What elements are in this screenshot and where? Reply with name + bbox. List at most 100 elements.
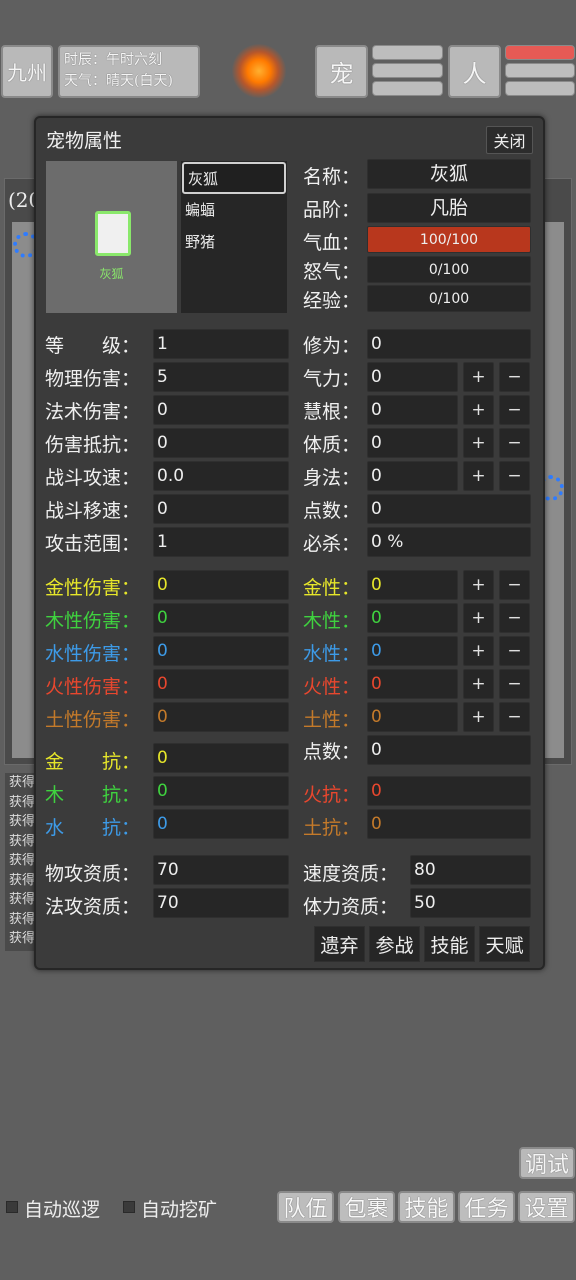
exp-label: 经验： [303, 290, 361, 312]
move-speed-value: 0 [153, 494, 289, 524]
speed-aptitude-label: 速度资质： [303, 863, 399, 885]
constitution-minus-button[interactable]: − [499, 428, 530, 458]
rank-value: 凡胎 [367, 193, 531, 223]
region-button[interactable]: 九州 [1, 45, 53, 98]
magic-dmg-label: 法术伤害： [45, 401, 141, 423]
strength-minus-button[interactable]: − [499, 362, 530, 392]
fire-attr-value: 0 [367, 669, 458, 699]
element-points-value: 0 [367, 735, 531, 765]
wood-attr-label: 木性： [303, 610, 361, 632]
dmg-resist-label: 伤害抵抗： [45, 434, 141, 456]
pet-list-item[interactable]: 灰狐 [182, 162, 286, 194]
points-label: 点数： [303, 500, 361, 522]
earth-dmg-label: 土性伤害： [45, 709, 141, 731]
fire-minus-button[interactable]: − [499, 669, 530, 699]
auto-mine-label: 自动挖矿 [141, 1199, 218, 1221]
join-battle-button[interactable]: 参战 [369, 926, 420, 962]
water-resist-value: 0 [153, 809, 289, 839]
earth-attr-label: 土性： [303, 709, 361, 731]
wood-plus-button[interactable]: + [463, 603, 494, 633]
earth-dmg-value: 0 [153, 702, 289, 732]
fire-attr-label: 火性： [303, 676, 361, 698]
speed-aptitude-value: 80 [410, 855, 531, 885]
debug-button[interactable]: 调试 [519, 1147, 575, 1179]
auto-patrol-checkbox[interactable] [6, 1201, 18, 1213]
wood-minus-button[interactable]: − [499, 603, 530, 633]
pet-skills-button[interactable]: 技能 [424, 926, 475, 962]
element-points-label: 点数： [303, 741, 361, 763]
atk-speed-label: 战斗攻速： [45, 467, 141, 489]
agility-minus-button[interactable]: − [499, 461, 530, 491]
inventory-button[interactable]: 包裹 [338, 1191, 395, 1223]
talent-button[interactable]: 天赋 [479, 926, 530, 962]
quests-button[interactable]: 任务 [458, 1191, 515, 1223]
water-dmg-label: 水性伤害： [45, 643, 141, 665]
team-button[interactable]: 队伍 [277, 1191, 334, 1223]
move-speed-label: 战斗移速： [45, 500, 141, 522]
earth-plus-button[interactable]: + [463, 702, 494, 732]
pet-bar-1 [372, 45, 443, 60]
phys-dmg-label: 物理伤害： [45, 368, 141, 390]
wood-dmg-label: 木性伤害： [45, 610, 141, 632]
close-button[interactable]: 关闭 [486, 126, 533, 154]
hp-bar: 100/100 [367, 226, 531, 253]
pet-attributes-dialog: 宠物属性 关闭 灰狐 灰狐 蝙蝠 野猪 名称： 灰狐 品阶： 凡胎 气血： 10… [34, 116, 545, 970]
player-bar-3 [505, 81, 575, 96]
pet-bar-3 [372, 81, 443, 96]
player-bar-2 [505, 63, 575, 78]
skills-button[interactable]: 技能 [398, 1191, 455, 1223]
wisdom-minus-button[interactable]: − [499, 395, 530, 425]
pet-list: 灰狐 蝙蝠 野猪 [181, 161, 287, 313]
water-minus-button[interactable]: − [499, 636, 530, 666]
strength-plus-button[interactable]: + [463, 362, 494, 392]
magic-dmg-value: 0 [153, 395, 289, 425]
pet-list-item[interactable]: 野猪 [181, 227, 287, 259]
settings-button[interactable]: 设置 [518, 1191, 575, 1223]
metal-dmg-label: 金性伤害： [45, 577, 141, 599]
constitution-plus-button[interactable]: + [463, 428, 494, 458]
weather-text: 天气：晴天(白天) [64, 73, 173, 89]
wisdom-label: 慧根： [303, 401, 361, 423]
constitution-value: 0 [367, 428, 458, 458]
earth-minus-button[interactable]: − [499, 702, 530, 732]
crit-label: 必杀： [303, 533, 361, 555]
phys-aptitude-label: 物攻资质： [45, 863, 141, 885]
water-dmg-value: 0 [153, 636, 289, 666]
cultivation-value: 0 [367, 329, 531, 359]
wood-dmg-value: 0 [153, 603, 289, 633]
person-button[interactable]: 人 [448, 45, 501, 98]
auto-mine-checkbox[interactable] [123, 1201, 135, 1213]
time-text: 时辰：午时六刻 [64, 52, 162, 68]
abandon-button[interactable]: 遗弃 [314, 926, 365, 962]
magic-aptitude-value: 70 [153, 888, 289, 918]
rage-bar: 0/100 [367, 256, 531, 283]
pet-card-icon [95, 211, 131, 256]
metal-plus-button[interactable]: + [463, 570, 494, 600]
strength-value: 0 [367, 362, 458, 392]
wisdom-plus-button[interactable]: + [463, 395, 494, 425]
sun-icon [232, 44, 286, 98]
pet-preview: 灰狐 [46, 161, 177, 313]
crit-value: 0 % [367, 527, 531, 557]
time-weather-panel: 时辰：午时六刻 天气：晴天(白天) [58, 45, 200, 98]
agility-label: 身法： [303, 467, 361, 489]
wood-resist-value: 0 [153, 776, 289, 806]
agility-value: 0 [367, 461, 458, 491]
metal-dmg-value: 0 [153, 570, 289, 600]
name-label: 名称： [303, 166, 361, 188]
dmg-resist-value: 0 [153, 428, 289, 458]
water-plus-button[interactable]: + [463, 636, 494, 666]
metal-minus-button[interactable]: − [499, 570, 530, 600]
pet-button[interactable]: 宠 [315, 45, 368, 98]
fire-plus-button[interactable]: + [463, 669, 494, 699]
wisdom-value: 0 [367, 395, 458, 425]
rage-label: 怒气： [303, 261, 361, 283]
atk-speed-value: 0.0 [153, 461, 289, 491]
water-attr-label: 水性： [303, 643, 361, 665]
cultivation-label: 修为： [303, 335, 361, 357]
pet-list-item[interactable]: 蝙蝠 [181, 195, 287, 227]
atk-range-value: 1 [153, 527, 289, 557]
dialog-title: 宠物属性 [46, 130, 123, 152]
agility-plus-button[interactable]: + [463, 461, 494, 491]
stamina-aptitude-value: 50 [410, 888, 531, 918]
